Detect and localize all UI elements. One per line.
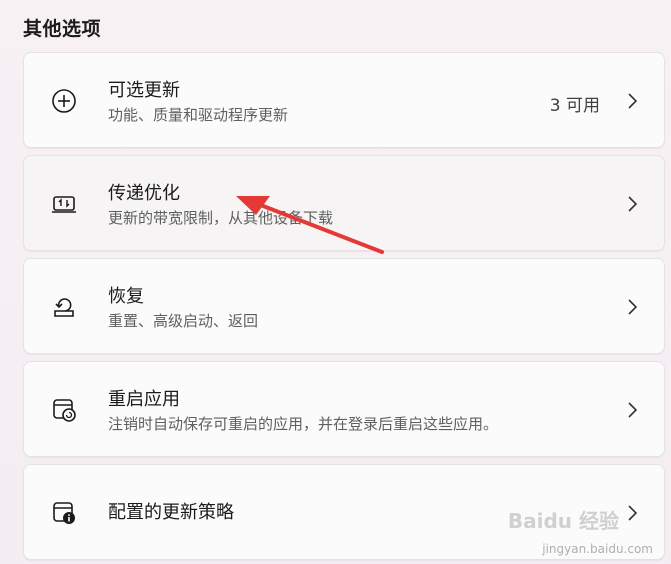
restart-apps-subtitle: 注销时自动保存可重启的应用，并在登录后重启这些应用。 — [108, 415, 499, 433]
recovery-icon — [50, 293, 78, 321]
update-policies-title: 配置的更新策略 — [108, 502, 234, 523]
chevron-right-icon — [626, 400, 638, 420]
update-policy-icon — [50, 499, 78, 527]
optional-updates-subtitle: 功能、质量和驱动程序更新 — [108, 106, 289, 124]
section-title: 其他选项 — [23, 18, 102, 40]
chevron-right-icon — [626, 91, 638, 111]
available-count: 3 可用 — [549, 96, 600, 116]
watermark-url: jingyan.baidu.com — [542, 542, 653, 556]
delivery-optimization-title: 传递优化 — [108, 183, 180, 204]
plus-circle-icon — [50, 87, 78, 115]
recovery-subtitle: 重置、高级启动、返回 — [108, 312, 259, 330]
restart-apps-item[interactable]: 重启应用 注销时自动保存可重启的应用，并在登录后重启这些应用。 — [23, 361, 665, 457]
chevron-right-icon — [626, 503, 638, 523]
delivery-optimization-subtitle: 更新的带宽限制，从其他设备下载 — [108, 209, 334, 227]
chevron-right-icon — [626, 297, 638, 317]
delivery-optimization-item[interactable]: 传递优化 更新的带宽限制，从其他设备下载 — [23, 155, 665, 251]
optional-updates-item[interactable]: 可选更新 功能、质量和驱动程序更新 3 可用 — [23, 52, 665, 148]
restart-apps-icon — [50, 396, 78, 424]
optional-updates-title: 可选更新 — [108, 80, 180, 101]
recovery-item[interactable]: 恢复 重置、高级启动、返回 — [23, 258, 665, 354]
recovery-title: 恢复 — [108, 286, 144, 307]
restart-apps-title: 重启应用 — [108, 389, 180, 410]
delivery-optimization-icon — [50, 190, 78, 218]
watermark-logo: Baidu 经验 — [507, 509, 619, 533]
chevron-right-icon — [626, 194, 638, 214]
